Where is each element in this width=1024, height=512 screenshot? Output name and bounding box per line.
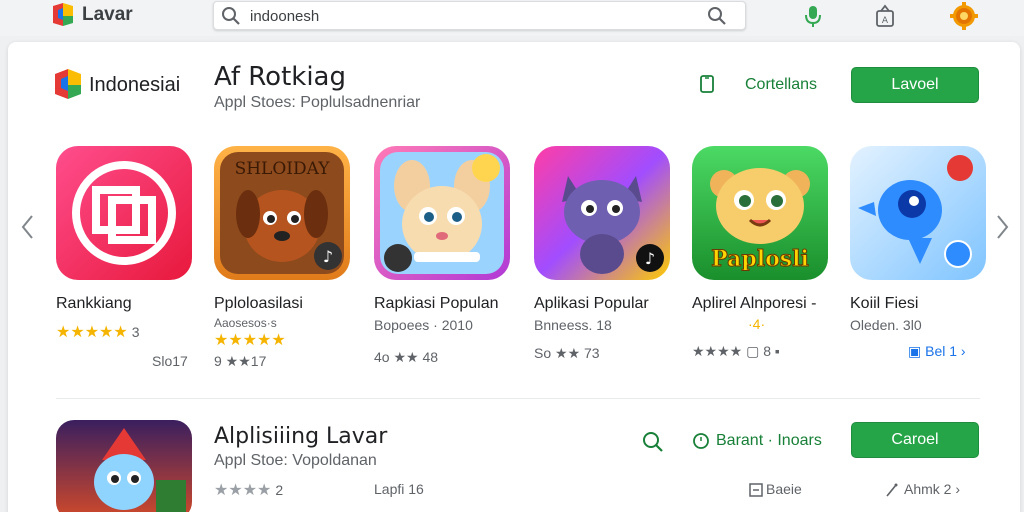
app-name[interactable]: Aplirel Alnporesi - — [692, 295, 817, 313]
app-icon-rankkiang[interactable] — [56, 146, 192, 280]
app-meta: 4o ★★ 48 — [374, 349, 439, 365]
rating-stars: ★★★★ 2 — [214, 482, 284, 499]
search-icon — [222, 7, 240, 25]
app-name[interactable]: Koiil Fiesi — [850, 295, 918, 313]
wand-icon — [886, 483, 898, 497]
app-meta[interactable]: ▣ Bel 1 › — [908, 343, 966, 360]
lavoel-button[interactable]: Lavoel — [851, 67, 979, 103]
rating-count: 3 — [131, 324, 140, 340]
app-meta: So ★★ 73 — [534, 345, 600, 361]
filter-icon — [749, 483, 763, 497]
search-bar[interactable] — [213, 1, 746, 30]
search-submit-icon[interactable] — [706, 5, 728, 27]
search-icon[interactable] — [641, 430, 665, 454]
app-meta: 9 ★★17 — [214, 353, 267, 369]
phone-icon[interactable] — [697, 74, 717, 94]
app-icon-lavar[interactable] — [56, 420, 192, 512]
app-icon-cat[interactable]: ♪ — [534, 146, 670, 280]
caroel-button[interactable]: Caroel — [851, 422, 979, 458]
icon-label: Paplosli — [711, 246, 809, 272]
cortellans-link[interactable]: Cortellans — [745, 76, 817, 94]
section-brand: Indonesiai — [89, 74, 181, 96]
app-meta-top: Oleden. 3l0 — [850, 317, 922, 333]
ahmk-link[interactable]: Ahmk 2 › — [904, 481, 960, 497]
section-subtitle: Appl Stoes: Poplulsadnenriar — [214, 94, 421, 111]
app-icon-hamster[interactable]: Paplosli — [692, 146, 828, 280]
brand[interactable]: Lavar — [50, 2, 133, 28]
svg-text:A: A — [882, 16, 889, 26]
mic-icon[interactable] — [802, 4, 824, 28]
svg-text:♪: ♪ — [645, 249, 655, 268]
app-meta-top: Bopoees · 2010 — [374, 317, 473, 333]
app-meta: Slo17 — [152, 353, 188, 369]
app-name[interactable]: Rankkiang — [56, 295, 132, 313]
app-name[interactable]: Rapkiasi Populan — [374, 295, 499, 313]
rating-stars: ★★★★★ 3 — [56, 324, 140, 341]
svg-text:♪: ♪ — [323, 247, 333, 266]
rating-stars: ★★★★★ — [214, 332, 286, 349]
barant-link[interactable]: Barant · Inoars — [716, 432, 822, 450]
brand-logo-icon — [53, 3, 73, 26]
section-divider — [56, 398, 980, 399]
clock-icon — [693, 433, 709, 449]
search-input[interactable] — [250, 6, 690, 26]
rating-count: 2 — [275, 482, 284, 498]
chevron-right-icon[interactable] — [992, 213, 1012, 241]
app-icon-bird[interactable] — [850, 146, 986, 280]
section2-title: Alplisiiing Lavar — [214, 424, 388, 449]
app-name[interactable]: Pploloasilasi — [214, 295, 303, 313]
app-meta: Lapfi 16 — [374, 481, 424, 497]
section-logo-icon — [55, 69, 81, 99]
shopping-bag-icon[interactable]: A — [873, 4, 897, 28]
app-icon-dog[interactable]: SHLOIDAY ♪ — [214, 146, 350, 280]
app-meta-top: Aaosesos·s — [214, 316, 277, 330]
top-bar: Lavar A — [0, 0, 1024, 36]
section2-subtitle: Appl Stoe: Vopoldanan — [214, 452, 377, 469]
icon-label: SHLOIDAY — [235, 159, 331, 179]
app-meta: ★★★★ ▢ 8 ▪ — [692, 343, 780, 359]
gear-icon[interactable] — [950, 2, 978, 30]
app-meta-top: ·4· — [748, 316, 766, 332]
app-name[interactable]: Aplikasi Popular — [534, 295, 649, 313]
section-title: Af Rotkiag — [214, 62, 346, 92]
app-meta-top: Bnneess. 18 — [534, 317, 612, 333]
chevron-left-icon[interactable] — [18, 213, 38, 241]
filter-label[interactable]: Baeie — [766, 481, 802, 497]
app-icon-rabbit[interactable] — [374, 146, 510, 280]
brand-name: Lavar — [82, 4, 133, 25]
